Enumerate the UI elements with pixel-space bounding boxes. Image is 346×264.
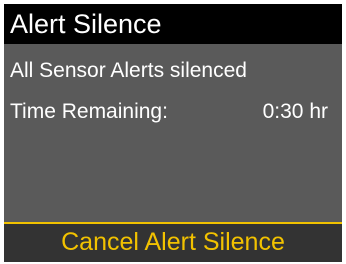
screen-title: Alert Silence (4, 4, 342, 44)
silence-status-message: All Sensor Alerts silenced (10, 59, 247, 82)
device-screen: Alert Silence All Sensor Alerts silenced… (0, 0, 346, 264)
time-remaining-value: 0:30 hr (262, 100, 328, 123)
cancel-alert-silence-button[interactable]: Cancel Alert Silence (4, 222, 342, 262)
time-remaining-label: Time Remaining: (10, 100, 168, 123)
content-panel: All Sensor Alerts silenced Time Remainin… (4, 44, 342, 222)
